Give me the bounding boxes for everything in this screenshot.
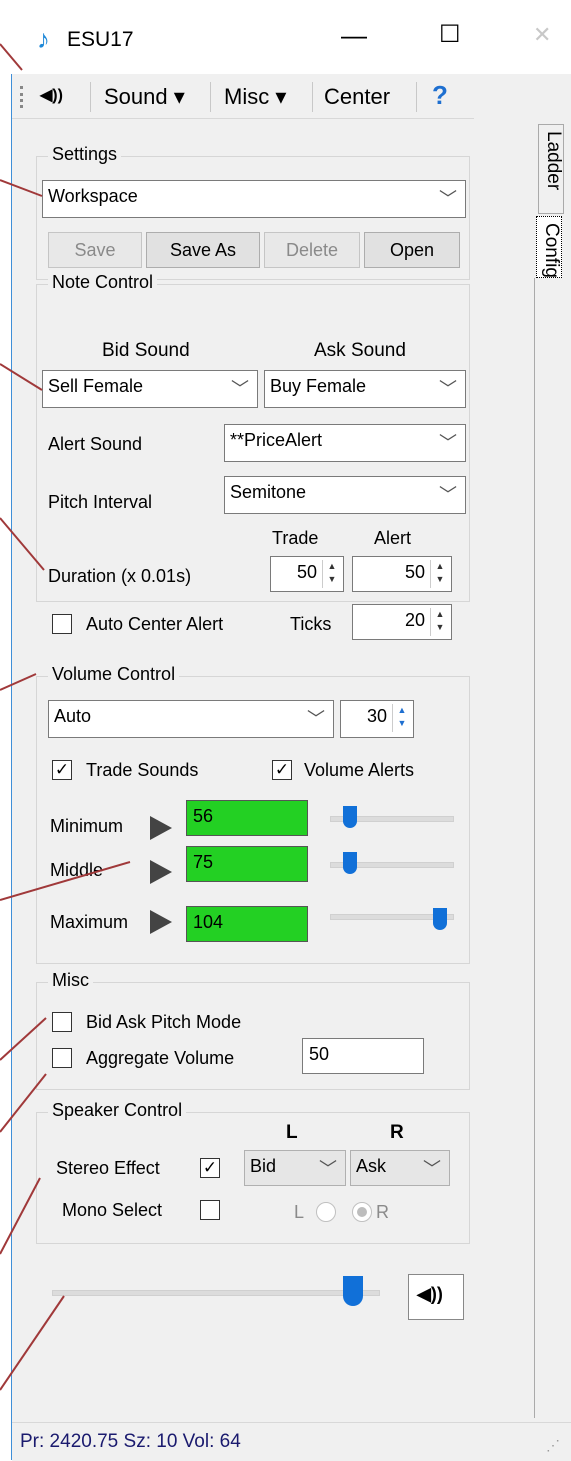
status-text: Pr: 2420.75 Sz: 10 Vol: 64: [20, 1431, 241, 1452]
pointer-line: [0, 673, 37, 691]
pointer-line: [0, 1177, 41, 1255]
annotation-lines: [0, 43, 131, 1391]
pointer-line: [0, 179, 43, 197]
status-bar: Pr: 2420.75 Sz: 10 Vol: 64 ⋰: [12, 1422, 571, 1461]
pointer-line: [0, 43, 23, 71]
pointer-line: [0, 1295, 65, 1391]
resize-grip-icon[interactable]: ⋰: [546, 1437, 560, 1454]
pointer-line: [0, 861, 131, 901]
pointer-line: [0, 517, 45, 571]
pointer-line: [0, 363, 43, 391]
pointer-line: [0, 1017, 47, 1061]
pointer-line: [0, 1073, 47, 1133]
